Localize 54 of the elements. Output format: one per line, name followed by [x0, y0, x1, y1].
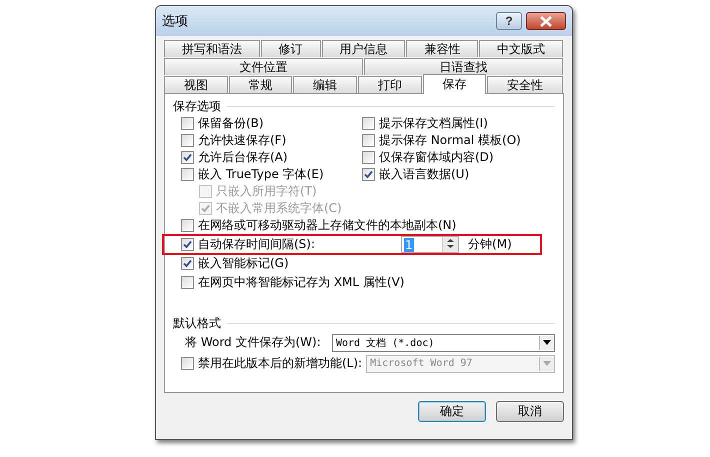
tab[interactable]: 拼写和语法: [164, 40, 260, 57]
checkbox[interactable]: [362, 151, 375, 164]
checkbox-label: 保留备份(B): [198, 115, 264, 132]
checkbox-label: 在网络或可移动驱动器上存储文件的本地副本(N): [198, 217, 456, 234]
tab[interactable]: 文件位置: [164, 58, 363, 75]
unit-label: 分钟(M): [468, 236, 512, 253]
checkbox[interactable]: [181, 219, 194, 232]
checkbox[interactable]: [362, 117, 375, 130]
group-title: 默认格式: [173, 315, 221, 332]
tab[interactable]: 兼容性: [406, 40, 478, 57]
dialog-button[interactable]: 取消: [496, 401, 564, 422]
tab[interactable]: 视图: [164, 76, 228, 93]
checkbox[interactable]: [181, 134, 194, 147]
tab[interactable]: 用户信息: [322, 40, 406, 57]
tab[interactable]: 安全性: [487, 76, 564, 93]
save-format-dropdown[interactable]: Word 文档 (*.doc): [332, 334, 555, 352]
field-label: 将 Word 文件保存为(W):: [184, 334, 322, 351]
checkbox-label: 禁用在此版本后的新增功能(L):: [198, 355, 362, 372]
tab[interactable]: 打印: [358, 76, 422, 93]
checkbox-label: 仅保存窗体域内容(D): [379, 149, 494, 166]
checkbox-label: 不嵌入常用系统字体(C): [216, 200, 342, 217]
checkbox-label: 提示保存 Normal 模板(O): [379, 132, 521, 149]
checkbox[interactable]: [181, 276, 194, 289]
checkbox[interactable]: [362, 134, 375, 147]
checkbox[interactable]: [181, 238, 194, 251]
checkbox-label: 提示保存文档属性(I): [379, 115, 488, 132]
checkbox-label: 允许后台保存(A): [198, 149, 288, 166]
dropdown-arrow-icon: [543, 361, 551, 366]
tab[interactable]: 常规: [228, 76, 292, 93]
checkbox[interactable]: [181, 117, 194, 130]
checkbox-label: 嵌入智能标记(G): [198, 255, 289, 272]
close-button[interactable]: [526, 12, 566, 30]
checkbox-label: 嵌入 TrueType 字体(E): [198, 166, 324, 183]
tab[interactable]: 中文版式: [479, 40, 563, 57]
checkbox-label: 自动保存时间间隔(S):: [198, 236, 316, 253]
dialog-button[interactable]: 确定: [418, 401, 486, 422]
checkbox[interactable]: [362, 168, 375, 181]
checkbox[interactable]: [181, 168, 194, 181]
tab[interactable]: 日语查找: [364, 58, 563, 75]
checkbox[interactable]: [181, 151, 194, 164]
checkbox-label: 允许快速保存(F): [198, 132, 286, 149]
tab[interactable]: 修订: [260, 40, 321, 57]
checkbox-label: 在网页中将智能标记存为 XML 属性(V): [198, 274, 404, 291]
dropdown-arrow-icon: [543, 340, 551, 345]
checkbox-label: 只嵌入所用字符(T): [216, 183, 317, 200]
group-title: 保存选项: [173, 98, 221, 115]
tab[interactable]: 编辑: [293, 76, 358, 93]
window-title: 选项: [162, 13, 189, 30]
checkbox[interactable]: [181, 357, 194, 370]
tab[interactable]: 保存: [422, 74, 486, 94]
close-icon: [539, 16, 553, 26]
checkbox[interactable]: [181, 257, 194, 270]
help-button[interactable]: ?: [496, 12, 522, 30]
checkbox-label: 嵌入语言数据(U): [379, 166, 470, 183]
